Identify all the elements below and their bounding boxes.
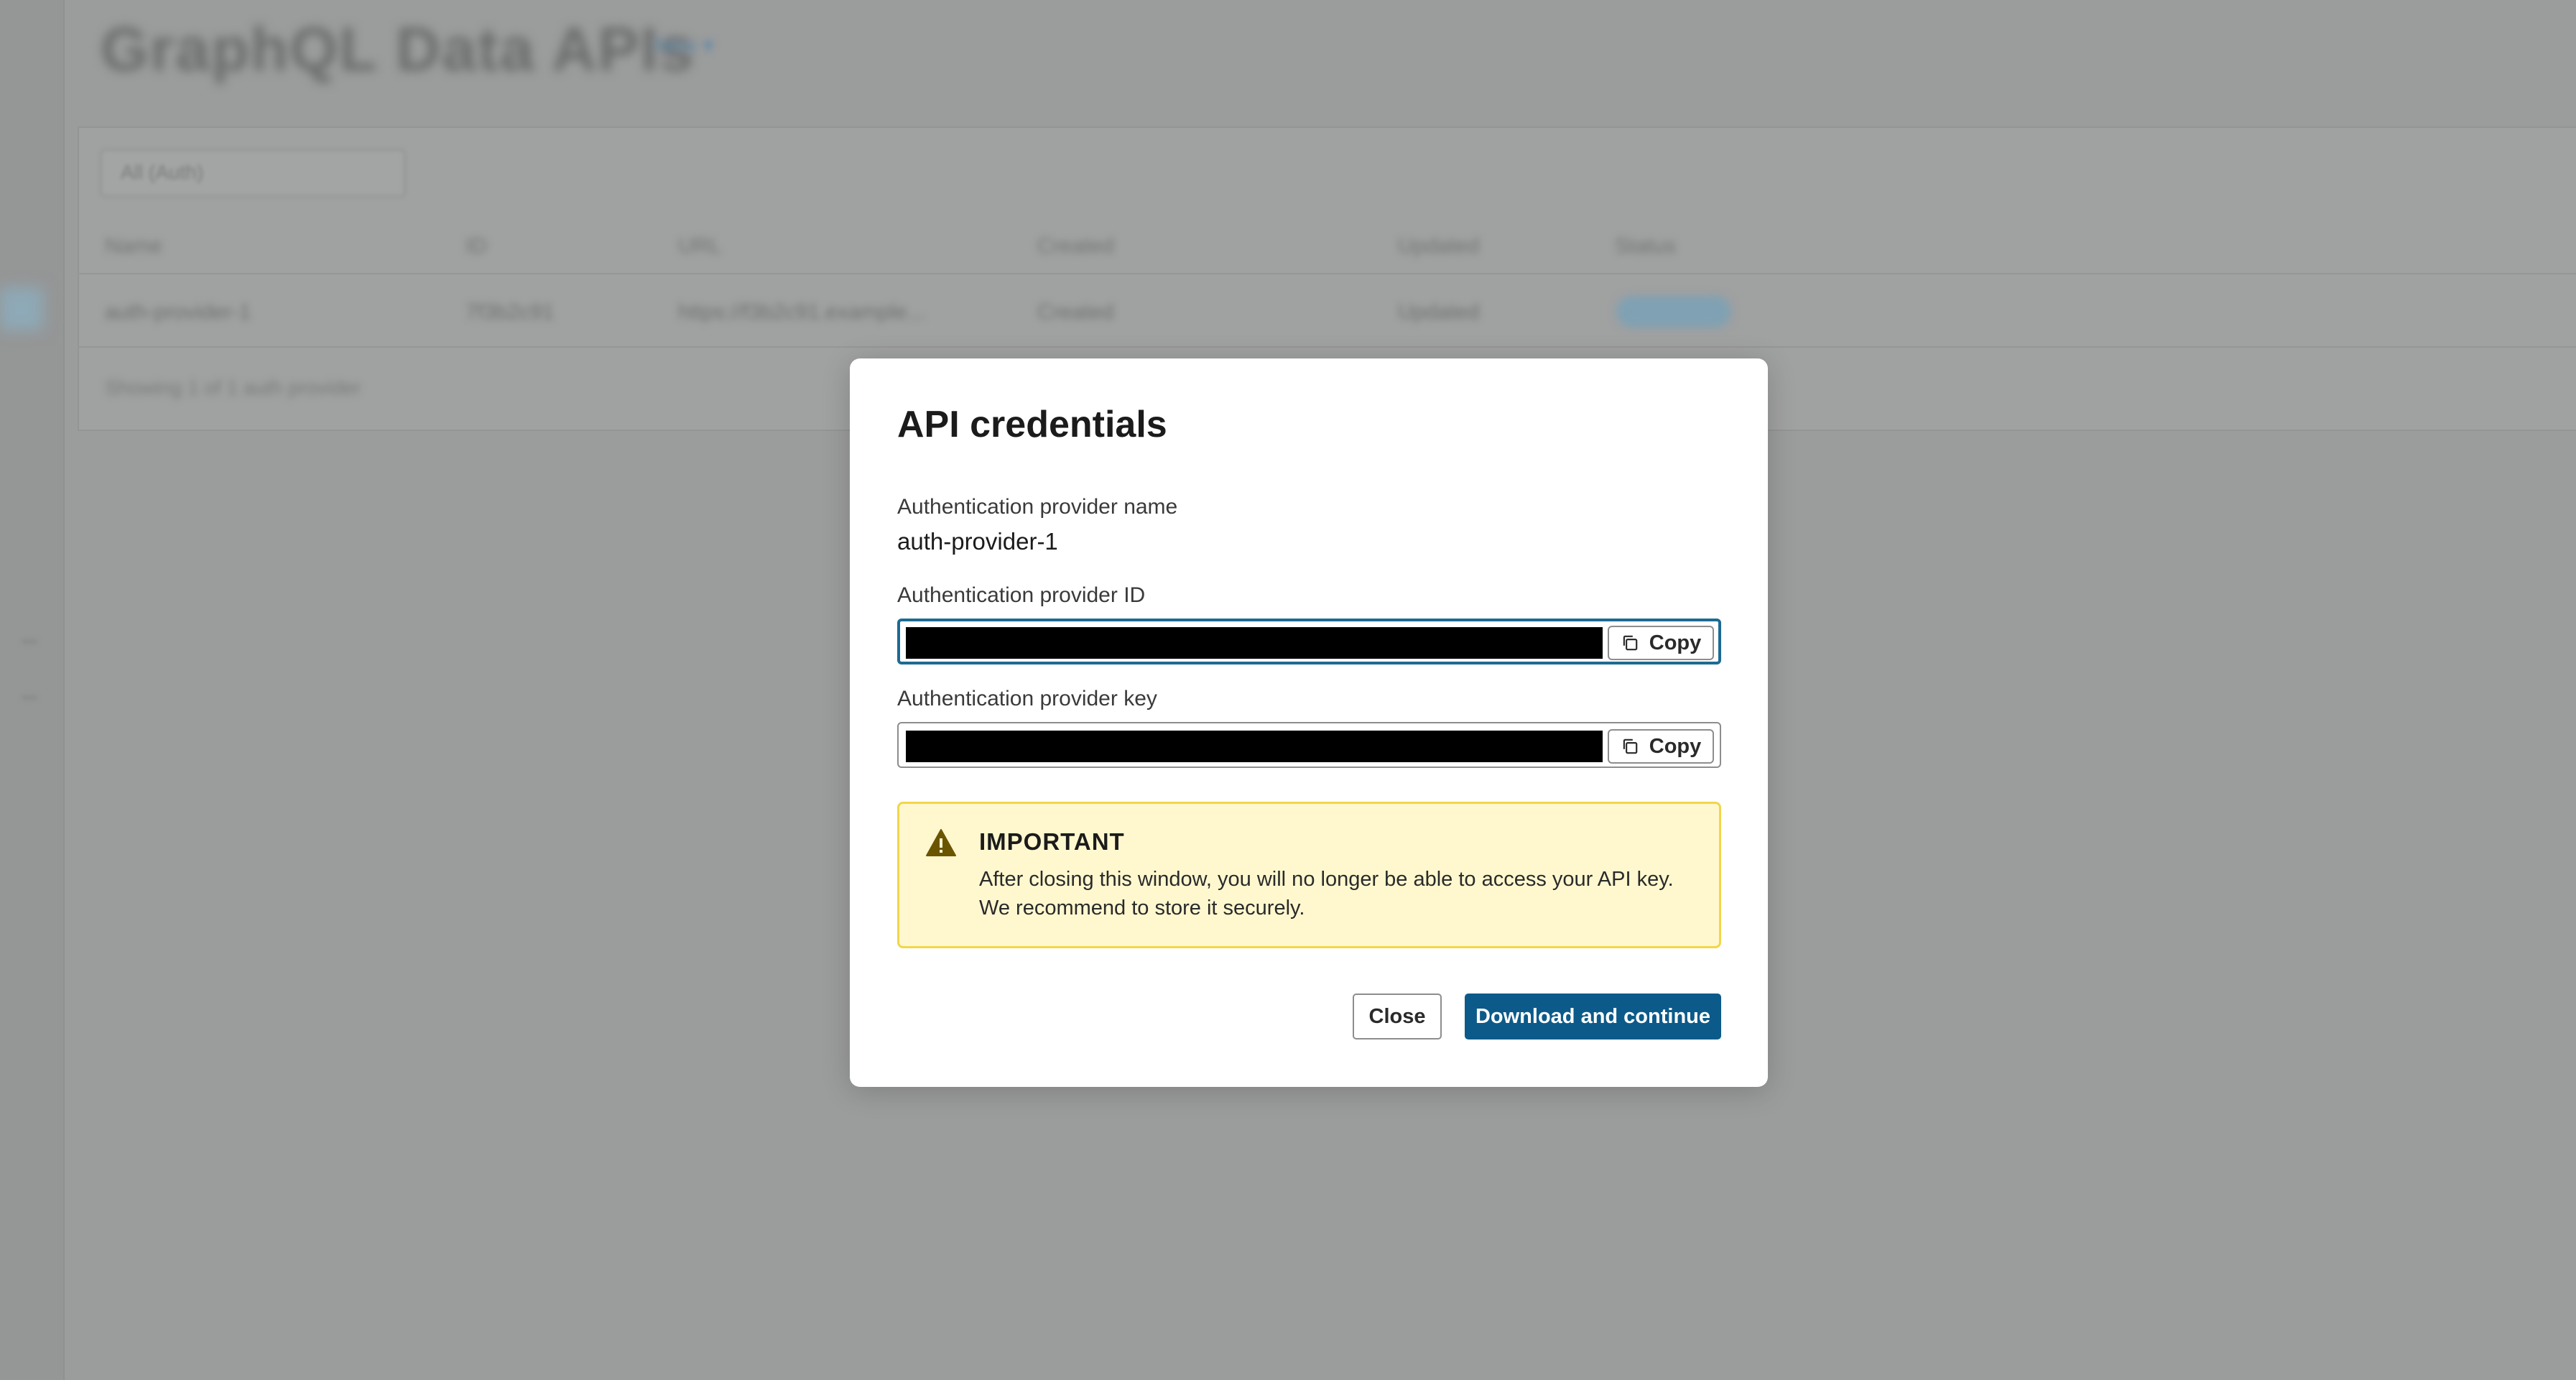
alert-message-line: We recommend to store it securely. (979, 897, 1305, 920)
background-table-header: Updated (1398, 234, 1480, 258)
background-table-cell: Updated (1398, 300, 1480, 324)
important-alert: IMPORTANT After closing this window, you… (897, 802, 1721, 948)
background-footnote: Showing 1 of 1 auth provider (105, 376, 361, 399)
copy-icon (1623, 738, 1638, 754)
provider-id-redacted-value (906, 627, 1603, 659)
background-table-cell: Created (1037, 300, 1114, 324)
background-accent (0, 287, 43, 330)
background-title-badge: New ▾ (654, 34, 714, 57)
api-credentials-dialog: API credentials Authentication provider … (850, 358, 1768, 1087)
background-table-cell: auth-provider-1 (105, 300, 251, 324)
alert-title: IMPORTANT (979, 828, 1125, 855)
provider-key-label: Authentication provider key (897, 687, 1157, 710)
background-nav-dot (22, 695, 37, 700)
provider-id-field[interactable]: Copy (897, 619, 1721, 664)
download-and-continue-button[interactable]: Download and continue (1465, 994, 1721, 1039)
close-button[interactable]: Close (1353, 994, 1442, 1039)
provider-key-field[interactable]: Copy (897, 722, 1721, 768)
background-nav-dot (22, 639, 37, 644)
copy-provider-key-button[interactable]: Copy (1608, 729, 1714, 764)
background-status-badge (1616, 296, 1731, 328)
background-filter-select: All (Auth) (101, 149, 405, 197)
provider-id-label: Authentication provider ID (897, 583, 1146, 607)
copy-icon (1623, 635, 1638, 651)
background-page-title: GraphQL Data APIs (101, 15, 695, 84)
warning-triangle-icon (926, 829, 956, 856)
background-table-header: URL (678, 234, 722, 258)
background-table-header: ID (465, 234, 487, 258)
background-nav-rail (0, 0, 65, 1380)
background-table-header: Status (1615, 234, 1677, 258)
dialog-title: API credentials (897, 404, 1167, 445)
copy-button-label: Copy (1649, 631, 1702, 654)
provider-name-value: auth-provider-1 (897, 528, 1058, 555)
background-table-cell: https://f3b2c91.example... (678, 300, 925, 324)
provider-key-redacted-value (906, 731, 1603, 762)
background-table-header: Name (105, 234, 163, 258)
background-row-divider (78, 346, 2576, 348)
background-table-cell: 7f3b2c91 (465, 300, 555, 324)
background-row-divider (78, 273, 2576, 274)
copy-button-label: Copy (1649, 734, 1702, 758)
background-table-header: Created (1037, 234, 1114, 258)
provider-name-label: Authentication provider name (897, 495, 1178, 519)
copy-provider-id-button[interactable]: Copy (1608, 626, 1714, 660)
alert-message-line: After closing this window, you will no l… (979, 868, 1674, 891)
background-filter-text: All (Auth) (121, 161, 204, 183)
